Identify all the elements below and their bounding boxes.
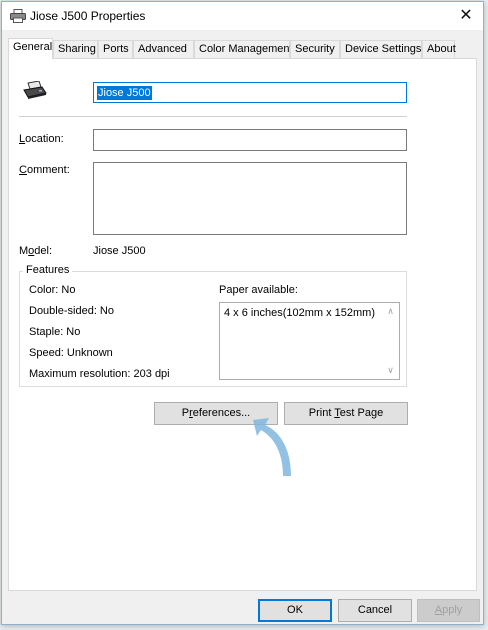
ok-button[interactable]: OK [258, 599, 332, 622]
location-input[interactable] [93, 129, 407, 151]
feature-max-resolution: Maximum resolution: 203 dpi [29, 368, 170, 380]
tab-sharing[interactable]: Sharing [53, 40, 98, 58]
model-label: Model: [19, 245, 53, 257]
feature-double-sided: Double-sided: No [29, 305, 114, 317]
paper-available-label: Paper available: [219, 284, 298, 296]
tab-advanced[interactable]: Advanced [133, 40, 194, 58]
paper-item[interactable]: 4 x 6 inches(102mm x 152mm) [224, 307, 375, 319]
scroll-down-icon[interactable]: ∨ [382, 365, 399, 376]
comment-label: Comment: [19, 164, 70, 176]
features-title: Features [23, 264, 73, 276]
properties-window: Jiose J500 Properties ✕ General Sharing … [1, 1, 484, 625]
printer-icon [10, 9, 26, 23]
paper-listbox[interactable]: 4 x 6 inches(102mm x 152mm) ∧ ∨ [219, 302, 400, 380]
printer-large-icon [23, 81, 47, 99]
window-title: Jiose J500 Properties [30, 9, 146, 23]
scroll-up-icon[interactable]: ∧ [382, 306, 399, 317]
tab-security[interactable]: Security [290, 40, 340, 58]
cancel-button[interactable]: Cancel [338, 599, 412, 622]
feature-color: Color: No [29, 284, 76, 296]
tab-color-management[interactable]: Color Management [194, 40, 293, 58]
comment-textarea[interactable] [93, 162, 407, 235]
pointer-arrow-icon [253, 418, 291, 476]
tab-ports[interactable]: Ports [98, 40, 133, 58]
location-label: Location: [19, 133, 64, 145]
feature-staple: Staple: No [29, 326, 81, 338]
feature-speed: Speed: Unknown [29, 347, 113, 359]
printer-name-value: Jiose J500 [97, 86, 152, 100]
printer-name-field[interactable]: Jiose J500 [93, 82, 407, 103]
tab-device-settings[interactable]: Device Settings [340, 40, 422, 58]
paper-scrollbar[interactable]: ∧ ∨ [382, 303, 399, 379]
apply-button[interactable]: Apply [417, 599, 480, 622]
close-button[interactable]: ✕ [449, 2, 483, 30]
title-bar: Jiose J500 Properties ✕ [2, 2, 483, 30]
model-value: Jiose J500 [93, 245, 146, 257]
separator [19, 116, 407, 117]
tab-about[interactable]: About [422, 40, 456, 58]
tab-general[interactable]: General [8, 38, 53, 59]
general-tab-panel: Jiose J500 Location: Comment: Model: Jio… [8, 58, 477, 591]
